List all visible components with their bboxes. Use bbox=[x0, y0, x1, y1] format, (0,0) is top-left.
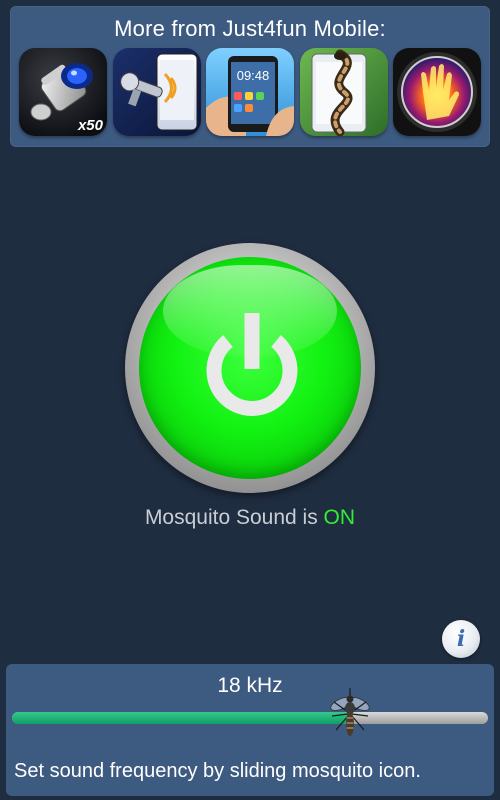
promo-panel: More from Just4fun Mobile: x50 09:48 bbox=[10, 6, 490, 147]
magnifier-camera-icon: x50 bbox=[19, 48, 107, 136]
info-icon: i bbox=[456, 626, 466, 652]
power-toggle-button[interactable] bbox=[125, 243, 375, 493]
status-value: ON bbox=[323, 506, 356, 529]
door-key-wifi-icon bbox=[112, 48, 201, 136]
app-phone-prank-button[interactable]: 09:48 bbox=[206, 48, 294, 136]
promo-title: More from Just4fun Mobile: bbox=[114, 16, 386, 41]
status-prefix: Mosquito Sound is bbox=[144, 506, 324, 529]
frequency-slider[interactable] bbox=[12, 688, 488, 736]
phone-clock: 09:48 bbox=[237, 68, 270, 83]
frequency-hint: Set sound frequency by sliding mosquito … bbox=[14, 760, 421, 782]
phone-in-hand-icon: 09:48 bbox=[206, 48, 294, 136]
app-door-key-button[interactable] bbox=[112, 48, 201, 136]
zoom-badge: x50 bbox=[77, 117, 104, 134]
promo-apps-row: x50 09:48 bbox=[19, 48, 481, 140]
snake-on-phone-icon bbox=[299, 48, 388, 136]
status-text: Mosquito Sound is ON bbox=[0, 506, 500, 530]
frequency-panel: 18 kHz Set sound frequency by sliding mo… bbox=[6, 664, 494, 796]
app-thermal-button[interactable] bbox=[393, 48, 481, 136]
power-icon bbox=[206, 313, 298, 416]
app-magnifier-button[interactable]: x50 bbox=[19, 48, 107, 136]
mosquito-slider-thumb[interactable] bbox=[328, 688, 372, 740]
mosquito-icon bbox=[330, 688, 370, 736]
info-button[interactable]: i bbox=[442, 620, 480, 658]
frequency-slider-fill bbox=[12, 712, 350, 724]
app-snake-button[interactable] bbox=[299, 48, 388, 136]
thermal-hand-icon bbox=[393, 48, 481, 136]
power-button-face bbox=[139, 257, 361, 479]
frequency-value: 18 kHz bbox=[217, 674, 283, 697]
